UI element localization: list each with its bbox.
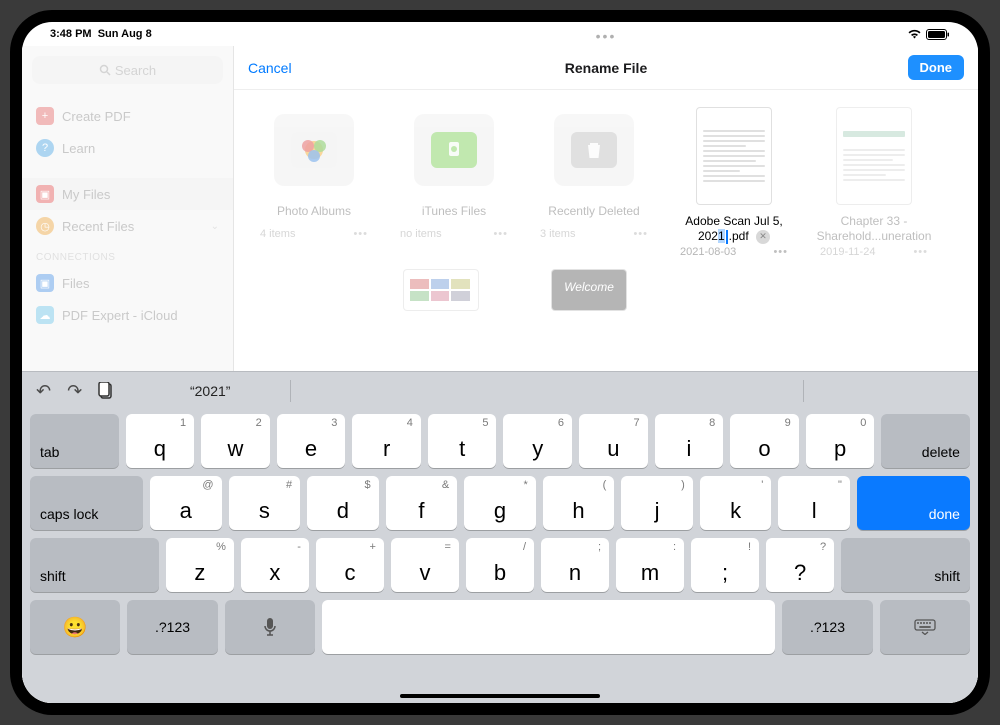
clear-text-icon[interactable]: ✕ (756, 230, 770, 244)
status-bar: 3:48 PM Sun Aug 8 (22, 22, 978, 46)
key-o[interactable]: o9 (730, 414, 799, 468)
rename-input[interactable]: Adobe Scan Jul 5, 2021.pdf ✕ (668, 214, 800, 244)
key-e[interactable]: e3 (277, 414, 346, 468)
key-dismiss-keyboard[interactable] (880, 600, 970, 654)
battery-icon (926, 29, 950, 40)
key-;[interactable]: ;! (691, 538, 759, 592)
key-z[interactable]: z% (166, 538, 234, 592)
tile-itunes-files[interactable]: iTunes Files no items••• (384, 102, 524, 268)
status-date: Sun Aug 8 (98, 28, 152, 40)
search-input[interactable]: Search (32, 56, 223, 84)
sidebar-section-connections: CONNECTIONS (22, 242, 233, 267)
sidebar-item-my-files[interactable]: ▣ My Files (22, 178, 233, 210)
key-b[interactable]: b/ (466, 538, 534, 592)
modal-header: Cancel Rename File Done (234, 46, 978, 90)
sidebar-item-files[interactable]: ▣ Files (22, 267, 233, 299)
key-k[interactable]: k' (700, 476, 772, 530)
redo-icon[interactable]: ↷ (67, 381, 82, 402)
sidebar-item-recent-files[interactable]: ◷ Recent Files ⌄ (22, 210, 233, 242)
key-delete[interactable]: delete (881, 414, 970, 468)
folder-icon: ▣ (36, 185, 54, 203)
document-thumbnail (404, 270, 478, 310)
key-t[interactable]: t5 (428, 414, 497, 468)
key-d[interactable]: d$ (307, 476, 379, 530)
more-icon[interactable]: ••• (596, 28, 617, 44)
key-j[interactable]: j) (621, 476, 693, 530)
onscreen-keyboard: ↶ ↷ “2021” tab q1w2e3r4t5y6u (22, 371, 978, 703)
files-icon: ▣ (36, 274, 54, 292)
learn-icon: ? (36, 139, 54, 157)
more-icon[interactable]: ••• (493, 228, 508, 240)
welcome-thumbnail: Welcome (552, 270, 626, 310)
key-shift-left[interactable]: shift (30, 538, 159, 592)
sidebar-item-icloud[interactable]: ☁ PDF Expert - iCloud (22, 299, 233, 331)
home-indicator[interactable] (400, 694, 600, 698)
key-tab[interactable]: tab (30, 414, 119, 468)
clock-icon: ◷ (36, 217, 54, 235)
search-icon (99, 64, 111, 76)
key-r[interactable]: r4 (352, 414, 421, 468)
key-v[interactable]: v= (391, 538, 459, 592)
key-f[interactable]: f& (386, 476, 458, 530)
tile-welcome[interactable]: Welcome (552, 270, 626, 320)
key-m[interactable]: m: (616, 538, 684, 592)
more-icon[interactable]: ••• (913, 246, 928, 258)
key-numbers-left[interactable]: .?123 (127, 600, 217, 654)
key-done[interactable]: done (857, 476, 970, 530)
tile-recently-deleted[interactable]: Recently Deleted 3 items••• (524, 102, 664, 268)
status-time: 3:48 PM (50, 28, 92, 40)
key-h[interactable]: h( (543, 476, 615, 530)
cancel-button[interactable]: Cancel (248, 60, 292, 76)
sidebar-item-learn[interactable]: ? Learn (22, 132, 233, 164)
key-space[interactable] (322, 600, 775, 654)
itunes-folder-icon (431, 132, 477, 168)
key-?[interactable]: ?? (766, 538, 834, 592)
trash-folder-icon (571, 132, 617, 168)
key-shift-right[interactable]: shift (841, 538, 970, 592)
key-dictation[interactable] (225, 600, 315, 654)
key-y[interactable]: y6 (503, 414, 572, 468)
key-c[interactable]: c+ (316, 538, 384, 592)
key-u[interactable]: u7 (579, 414, 648, 468)
more-icon[interactable]: ••• (633, 228, 648, 240)
key-q[interactable]: q1 (126, 414, 195, 468)
document-thumbnail (697, 108, 771, 204)
clipboard-icon[interactable] (98, 382, 114, 400)
tile-partial-doc[interactable] (404, 270, 478, 320)
photos-folder-icon (291, 132, 337, 168)
wifi-icon (907, 29, 922, 40)
keyboard-suggestion[interactable]: “2021” (130, 383, 290, 399)
key-w[interactable]: w2 (201, 414, 270, 468)
key-capslock[interactable]: caps lock (30, 476, 143, 530)
tile-adobe-scan[interactable]: Adobe Scan Jul 5, 2021.pdf ✕ 2021-08-03•… (664, 102, 804, 268)
chevron-down-icon: ⌄ (211, 221, 219, 232)
tile-photo-albums[interactable]: Photo Albums 4 items••• (244, 102, 384, 268)
create-pdf-icon: + (36, 107, 54, 125)
done-button[interactable]: Done (908, 55, 965, 80)
key-i[interactable]: i8 (655, 414, 724, 468)
key-p[interactable]: p0 (806, 414, 875, 468)
document-thumbnail (837, 108, 911, 204)
cloud-icon: ☁ (36, 306, 54, 324)
key-s[interactable]: s# (229, 476, 301, 530)
more-icon[interactable]: ••• (773, 246, 788, 258)
key-numbers-right[interactable]: .?123 (782, 600, 872, 654)
modal-title: Rename File (234, 60, 978, 76)
key-emoji[interactable]: 😀 (30, 600, 120, 654)
key-x[interactable]: x- (241, 538, 309, 592)
key-n[interactable]: n; (541, 538, 609, 592)
sidebar-item-create-pdf[interactable]: + Create PDF (22, 100, 233, 132)
key-g[interactable]: g* (464, 476, 536, 530)
undo-icon[interactable]: ↶ (36, 381, 51, 402)
key-l[interactable]: l" (778, 476, 850, 530)
key-a[interactable]: a@ (150, 476, 222, 530)
more-icon[interactable]: ••• (353, 228, 368, 240)
tile-chapter-33[interactable]: Chapter 33 - Sharehold...uneration 2019-… (804, 102, 944, 268)
